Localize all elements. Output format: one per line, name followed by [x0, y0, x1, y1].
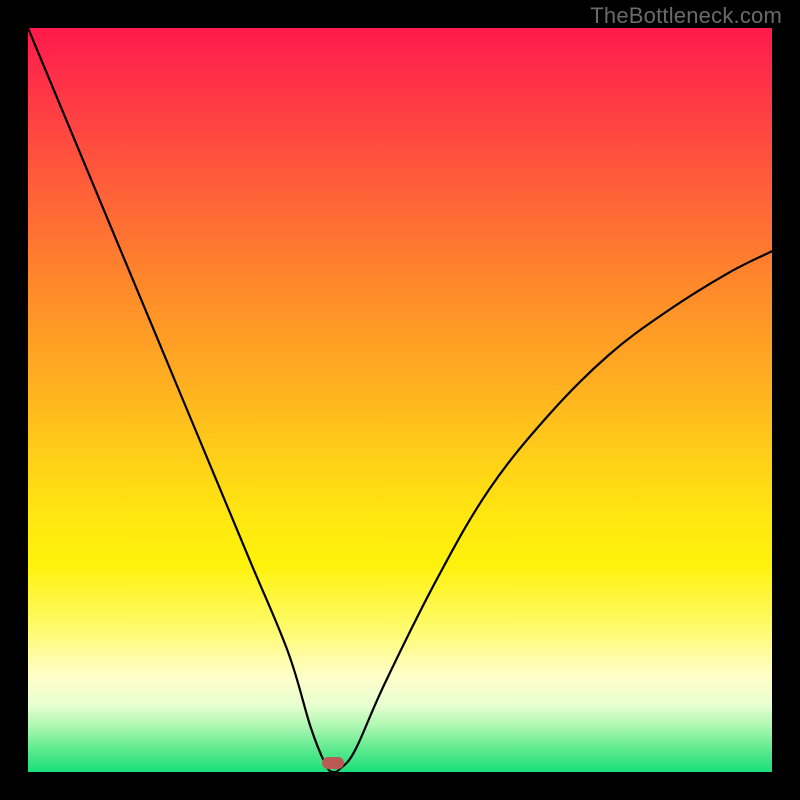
curve-svg: [28, 28, 772, 772]
plot-area: [28, 28, 772, 772]
bottleneck-curve-path: [28, 28, 772, 772]
watermark-text: TheBottleneck.com: [590, 3, 782, 29]
optimum-marker: [322, 757, 344, 769]
chart-frame: TheBottleneck.com: [0, 0, 800, 800]
